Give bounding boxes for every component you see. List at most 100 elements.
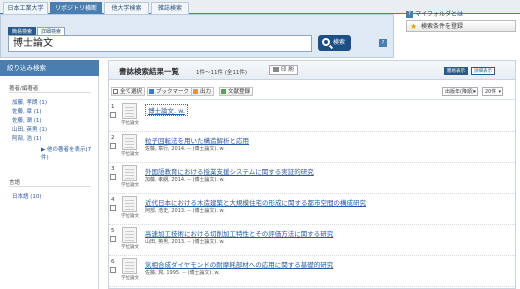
myfolder-help-link[interactable]: ? マイフォルダとは xyxy=(406,9,463,18)
document-add-icon xyxy=(221,89,226,94)
result-number: 4 xyxy=(111,197,115,203)
search-button[interactable]: 検索 xyxy=(318,35,351,51)
chevron-down-icon: ▾ xyxy=(498,89,501,95)
bookmark-icon xyxy=(149,89,154,94)
result-number: 3 xyxy=(111,166,115,172)
result-checkbox[interactable] xyxy=(110,236,116,242)
results-header: 書誌検索結果一覧 1件〜11件 (全11件) 印 刷 簡易表示 詳細表示 xyxy=(109,61,515,80)
thesis-document-icon xyxy=(122,258,137,274)
bookmark-label: ブックマーク xyxy=(156,89,190,95)
result-type-label: 学位論文 xyxy=(121,214,139,219)
result-checkbox[interactable] xyxy=(110,112,116,118)
result-meta: 加藤, 孝朗, 2014. -- (博士論文). w. xyxy=(145,177,225,183)
help-badge-icon[interactable]: ? xyxy=(379,39,387,47)
checkbox-icon xyxy=(113,89,118,94)
search-icon xyxy=(322,38,330,46)
author-section-divider xyxy=(9,92,91,93)
result-meta: 山田, 英男, 2013. -- (博士論文). w. xyxy=(145,239,225,245)
tab-other-universities[interactable]: 他大学検索 xyxy=(104,2,149,14)
thesis-document-icon xyxy=(122,165,137,181)
result-row: 2 学位論文 粒子回転法を用いた構造解析と応用 佐藤, 章行, 2014. --… xyxy=(109,133,515,163)
select-all-label: 全て選択 xyxy=(120,89,143,95)
result-meta: 佐藤, 章行, 2014. -- (博士論文). w. xyxy=(145,146,225,152)
search-panel: 簡易検索 詳細検索 博士論文 検索 ? xyxy=(0,14,394,58)
save-search-conditions-label: 検索条件を登録 xyxy=(421,23,464,30)
result-row: 6 学位論文 気相合成ダイヤモンドの耐摩耗部材への応用に関する基礎的研究 佐藤,… xyxy=(109,257,515,287)
result-title-link[interactable]: 博士論文. w. xyxy=(145,104,188,116)
thesis-document-icon xyxy=(122,134,137,150)
refine-author-item[interactable]: 阿部, 浩 (1) xyxy=(12,134,42,142)
result-type-label: 学位論文 xyxy=(121,245,139,250)
tab-journal-search[interactable]: 雑誌検索 xyxy=(151,2,189,14)
output-button[interactable]: 出力 xyxy=(191,87,215,96)
result-number: 6 xyxy=(111,259,115,265)
bookmark-button[interactable]: ブックマーク xyxy=(147,87,193,96)
page-root: 日本工業大学 リポジトリ横断 他大学検索 雑誌検索 簡易検索 詳細検索 博士論文 … xyxy=(0,0,520,289)
results-toolbar: 全て選択 ブックマーク 出力 文献登録 出版年(降順) ▾ 20件 ▾ xyxy=(109,86,515,98)
print-label: 印 刷 xyxy=(281,67,294,73)
search-input[interactable]: 博士論文 xyxy=(8,35,312,52)
result-number: 5 xyxy=(111,228,115,234)
result-meta: 佐藤, 潤, 1995. -- (博士論文). w. xyxy=(145,270,220,276)
results-count: 1件〜11件 (全11件) xyxy=(196,70,248,76)
refine-author-item[interactable]: 山田, 英男 (1) xyxy=(12,125,47,133)
detail-display-button[interactable]: 詳細表示 xyxy=(471,67,495,75)
result-row: 4 学位論文 近代日本における木造建築と大規模住宅の形成に関する都市空間の構成研… xyxy=(109,195,515,225)
refine-author-item[interactable]: 佐藤, 章 (1) xyxy=(12,107,42,115)
toolbar-divider xyxy=(109,99,515,100)
result-type-label: 学位論文 xyxy=(121,183,139,188)
result-title-link[interactable]: 気相合成ダイヤモンドの耐摩耗部材への応用に関する基礎的研究 xyxy=(145,259,333,269)
myfolder-help-label: マイフォルダとは xyxy=(415,11,464,18)
result-row: 3 学位論文 外国語教育における授業支援システムに関する実証的研究 加藤, 孝朗… xyxy=(109,164,515,194)
register-literature-label: 文献登録 xyxy=(228,89,251,95)
help-icon: ? xyxy=(406,11,413,18)
result-row: 1 学位論文 博士論文. w. xyxy=(109,102,515,132)
tab-university[interactable]: 日本工業大学 xyxy=(3,2,48,14)
result-title-link[interactable]: 近代日本における木造建築と大規模住宅の形成に関する都市空間の構成研究 xyxy=(145,197,366,207)
refine-heading: 絞り込み検索 xyxy=(0,60,99,76)
result-type-label: 学位論文 xyxy=(121,152,139,157)
export-icon xyxy=(193,89,198,94)
result-number: 2 xyxy=(111,135,115,141)
result-type-label: 学位論文 xyxy=(121,121,139,126)
result-checkbox[interactable] xyxy=(110,174,116,180)
show-more-authors-link[interactable]: ▶ 他の著者を表示(7件) xyxy=(41,145,98,161)
result-checkbox[interactable] xyxy=(110,267,116,273)
author-section-label: 著者/編著者 xyxy=(9,86,39,92)
result-title-link[interactable]: 粒子回転法を用いた構造解析と応用 xyxy=(145,135,249,145)
per-page-value: 20件 xyxy=(485,89,497,95)
results-panel: 書誌検索結果一覧 1件〜11件 (全11件) 印 刷 簡易表示 詳細表示 全て選… xyxy=(108,60,516,289)
result-meta: 阿部, 浩史, 2013. -- (博士論文). w. xyxy=(145,208,225,214)
select-all-button[interactable]: 全て選択 xyxy=(111,87,146,96)
result-checkbox[interactable] xyxy=(110,205,116,211)
refine-sidebar: 絞り込み検索 著者/編著者 加藤, 孝朗 (1) 佐藤, 章 (1) 佐藤, 潤… xyxy=(0,60,99,289)
printer-icon xyxy=(273,67,279,72)
tab-repository[interactable]: リポジトリ横断 xyxy=(50,2,102,14)
thesis-document-icon xyxy=(122,227,137,243)
save-search-conditions-button[interactable]: ★ 検索条件を登録 xyxy=(406,20,516,32)
output-label: 出力 xyxy=(200,89,212,95)
per-page-select[interactable]: 20件 ▾ xyxy=(482,87,503,96)
language-section-divider xyxy=(9,186,91,187)
result-checkbox[interactable] xyxy=(110,143,116,149)
result-title-link[interactable]: 高速加工技術における切削加工特性とその評価方法に関する研究 xyxy=(145,228,333,238)
search-mode-toggle: 簡易検索 詳細検索 xyxy=(8,18,66,36)
print-button[interactable]: 印 刷 xyxy=(269,65,298,75)
result-type-label: 学位論文 xyxy=(121,276,139,281)
refine-language-item[interactable]: 日本語 (10) xyxy=(12,192,42,200)
thesis-document-icon xyxy=(122,103,137,119)
chevron-down-icon: ▾ xyxy=(473,89,476,95)
sort-order-select[interactable]: 出版年(降順) ▾ xyxy=(442,87,478,96)
refine-author-item[interactable]: 佐藤, 潤 (1) xyxy=(12,116,42,124)
star-icon: ★ xyxy=(410,22,418,31)
language-section-label: 言語 xyxy=(9,180,21,186)
results-title: 書誌検索結果一覧 xyxy=(119,67,179,76)
result-title-link[interactable]: 外国語教育における授業支援システムに関する実証的研究 xyxy=(145,166,314,176)
simple-display-button[interactable]: 簡易表示 xyxy=(444,67,468,75)
thesis-document-icon xyxy=(122,196,137,212)
sort-order-value: 出版年(降順) xyxy=(445,89,474,95)
result-number: 1 xyxy=(111,104,115,110)
register-literature-button[interactable]: 文献登録 xyxy=(219,87,254,96)
result-row: 5 学位論文 高速加工技術における切削加工特性とその評価方法に関する研究 山田,… xyxy=(109,226,515,256)
refine-author-item[interactable]: 加藤, 孝朗 (1) xyxy=(12,98,47,106)
